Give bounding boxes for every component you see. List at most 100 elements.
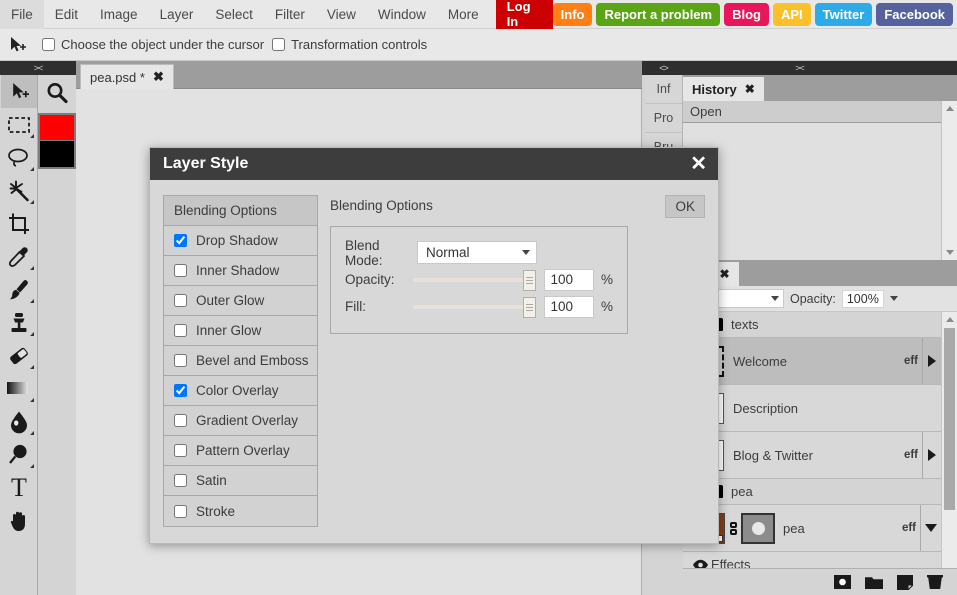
eyedropper-tool[interactable] (1, 240, 37, 273)
layer-row-welcome[interactable]: T Welcome eff (683, 338, 941, 385)
fill-input[interactable]: 100 (543, 295, 594, 318)
blog-button[interactable]: Blog (724, 2, 769, 26)
dodge-tool[interactable] (1, 438, 37, 471)
link-icon[interactable] (728, 521, 738, 535)
tab-history[interactable]: History ✖ (683, 77, 764, 101)
effect-item-blending-options[interactable]: Blending Options (164, 196, 317, 226)
transformation-controls-checkbox-input[interactable] (272, 38, 286, 51)
inner-shadow-checkbox[interactable] (174, 264, 187, 277)
type-tool[interactable]: T (1, 471, 37, 504)
effect-item-satin[interactable]: Satin (164, 466, 317, 496)
toolbox-grip[interactable]: >< (0, 61, 76, 75)
dialog-titlebar[interactable]: Layer Style ✕ (150, 148, 718, 180)
effect-item-pattern-overlay[interactable]: Pattern Overlay (164, 436, 317, 466)
vertical-tab-properties[interactable]: Pro (645, 104, 682, 133)
layer-row-group-pea[interactable]: pea (683, 479, 941, 505)
clone-stamp-tool[interactable] (1, 306, 37, 339)
left-dock-grip[interactable]: <> (642, 61, 685, 75)
effect-item-inner-shadow[interactable]: Inner Shadow (164, 256, 317, 286)
effect-item-stroke[interactable]: Stroke (164, 496, 317, 526)
layers-scrollbar[interactable] (941, 312, 957, 580)
right-dock-grip[interactable]: >< (642, 61, 957, 75)
gradient-tool[interactable] (1, 372, 37, 405)
delete-layer-icon[interactable] (927, 574, 943, 590)
effect-item-gradient-overlay[interactable]: Gradient Overlay (164, 406, 317, 436)
menu-item-more[interactable]: More (437, 0, 490, 29)
scroll-up-icon[interactable] (942, 101, 957, 116)
close-icon[interactable]: ✖ (745, 82, 755, 96)
twitter-button[interactable]: Twitter (814, 2, 873, 26)
close-icon[interactable]: ✕ (690, 154, 707, 174)
foreground-color-swatch[interactable] (40, 115, 74, 141)
layers-opacity-value[interactable]: 100% (841, 289, 884, 308)
close-icon[interactable]: ✖ (720, 267, 730, 281)
scroll-down-icon[interactable] (942, 245, 957, 260)
effect-item-outer-glow[interactable]: Outer Glow (164, 286, 317, 316)
outer-glow-checkbox[interactable] (174, 294, 187, 307)
menu-item-image[interactable]: Image (89, 0, 149, 29)
effect-item-bevel-and-emboss[interactable]: Bevel and Emboss (164, 346, 317, 376)
new-layer-icon[interactable] (897, 574, 913, 590)
transformation-controls-checkbox[interactable]: Transformation controls (272, 37, 427, 52)
blur-tool[interactable] (1, 405, 37, 438)
eraser-tool[interactable] (1, 339, 37, 372)
layer-row-pea[interactable]: pea eff (683, 505, 941, 552)
hand-tool[interactable] (1, 504, 37, 537)
layer-row-blog-twitter[interactable]: T Blog & Twitter eff (683, 432, 941, 479)
menu-item-filter[interactable]: Filter (264, 0, 316, 29)
menu-item-select[interactable]: Select (204, 0, 264, 29)
ok-button[interactable]: OK (665, 195, 705, 218)
facebook-button[interactable]: Facebook (876, 2, 953, 26)
effect-item-drop-shadow[interactable]: Drop Shadow (164, 226, 317, 256)
chevron-right-icon[interactable] (928, 355, 936, 367)
brush-tool[interactable] (1, 273, 37, 306)
marquee-tool[interactable] (1, 108, 37, 141)
new-group-icon[interactable] (865, 575, 883, 589)
menu-item-view[interactable]: View (316, 0, 367, 29)
crop-tool[interactable] (1, 207, 37, 240)
drop-shadow-checkbox[interactable] (174, 234, 187, 247)
zoom-tool[interactable] (38, 75, 76, 111)
effect-item-color-overlay[interactable]: Color Overlay (164, 376, 317, 406)
magic-wand-tool[interactable] (1, 174, 37, 207)
history-item-open[interactable]: Open (683, 101, 941, 123)
scroll-thumb[interactable] (944, 328, 955, 510)
effect-item-inner-glow[interactable]: Inner Glow (164, 316, 317, 346)
stroke-checkbox[interactable] (174, 504, 187, 518)
choose-object-under-cursor-checkbox[interactable]: Choose the object under the cursor (42, 37, 264, 52)
color-overlay-checkbox[interactable] (174, 384, 187, 397)
history-scrollbar[interactable] (941, 101, 957, 260)
chevron-down-icon[interactable] (925, 524, 937, 532)
menu-item-file[interactable]: File (0, 0, 44, 29)
background-color-swatch[interactable] (40, 141, 74, 167)
chevron-down-icon[interactable] (889, 296, 898, 301)
menu-item-window[interactable]: Window (367, 0, 437, 29)
color-swatches[interactable] (38, 113, 76, 169)
report-problem-button[interactable]: Report a problem (596, 2, 721, 26)
api-button[interactable]: API (772, 2, 811, 26)
menu-item-edit[interactable]: Edit (44, 0, 89, 29)
choose-object-checkbox-input[interactable] (42, 38, 55, 51)
satin-checkbox[interactable] (174, 474, 187, 487)
gradient-overlay-checkbox[interactable] (174, 414, 187, 427)
opacity-slider[interactable] (411, 269, 536, 291)
vertical-tab-info[interactable]: Inf (645, 75, 682, 104)
fill-slider[interactable] (411, 296, 536, 318)
new-adjustment-layer-icon[interactable] (834, 575, 851, 589)
info-button[interactable]: Info (552, 2, 593, 26)
fill-slider-knob[interactable] (522, 296, 536, 318)
move-tool[interactable] (1, 75, 37, 108)
blend-mode-select[interactable]: Normal (417, 241, 537, 264)
opacity-slider-knob[interactable] (522, 269, 536, 291)
lasso-tool[interactable] (1, 141, 37, 174)
close-icon[interactable]: ✖ (153, 69, 164, 85)
layer-row-group-texts[interactable]: texts (683, 312, 941, 338)
bevel-emboss-checkbox[interactable] (174, 354, 187, 367)
scroll-up-icon[interactable] (942, 312, 957, 327)
pattern-overlay-checkbox[interactable] (174, 444, 187, 457)
layer-row-description[interactable]: T Description (683, 385, 941, 432)
chevron-right-icon[interactable] (928, 449, 936, 461)
opacity-input[interactable]: 100 (543, 268, 594, 291)
document-tab-pea-psd[interactable]: pea.psd * ✖ (80, 64, 174, 89)
menu-item-layer[interactable]: Layer (149, 0, 205, 29)
